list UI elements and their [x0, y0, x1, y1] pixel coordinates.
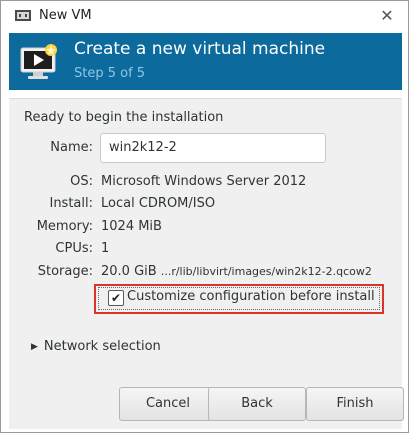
network-selection-label: Network selection [43, 339, 161, 354]
finish-button[interactable]: Finish [306, 387, 404, 421]
window-title: New VM [39, 8, 92, 23]
vm-name-input[interactable]: win2k12-2 [100, 133, 326, 163]
new-vm-window: New VM ✕ Create a new virtual machine St… [0, 0, 409, 433]
network-selection-expander[interactable]: ▶ Network selection [31, 339, 161, 354]
memory-label: Memory: [36, 219, 93, 234]
expander-arrow-icon: ▶ [31, 342, 38, 352]
storage-value: 20.0 GiB ...r/lib/libvirt/images/win2k12… [101, 264, 372, 279]
checkmark-icon: ✔ [110, 291, 122, 305]
new-vm-monitor-icon [20, 44, 57, 79]
memory-value: 1024 MiB [101, 219, 162, 234]
install-value: Local CDROM/ISO [101, 196, 216, 211]
os-value: Microsoft Windows Server 2012 [101, 174, 307, 189]
cpus-value: 1 [101, 241, 110, 256]
name-label: Name: [50, 140, 93, 155]
install-label: Install: [49, 196, 93, 211]
cpus-label: CPUs: [55, 241, 93, 256]
os-label: OS: [70, 174, 93, 189]
virt-manager-app-icon [15, 10, 31, 21]
wizard-title: Create a new virtual machine [74, 39, 326, 59]
wizard-step-indicator: Step 5 of 5 [74, 66, 146, 81]
back-button[interactable]: Back [208, 387, 306, 421]
customize-checkbox[interactable]: ✔ [108, 290, 124, 306]
summary-panel: Ready to begin the installation Name: wi… [9, 98, 404, 429]
storage-path: ...r/lib/libvirt/images/win2k12-2.qcow2 [160, 265, 372, 278]
summary-heading: Ready to begin the installation [24, 110, 224, 125]
wizard-header: Create a new virtual machine Step 5 of 5 [9, 33, 402, 90]
storage-label: Storage: [37, 264, 93, 279]
customize-label[interactable]: Customize configuration before install [127, 289, 375, 304]
storage-size: 20.0 GiB [101, 264, 157, 279]
title-bar: New VM ✕ [1, 1, 408, 33]
close-icon: ✕ [380, 6, 394, 25]
cancel-button[interactable]: Cancel [119, 387, 217, 421]
close-button[interactable]: ✕ [376, 5, 398, 27]
